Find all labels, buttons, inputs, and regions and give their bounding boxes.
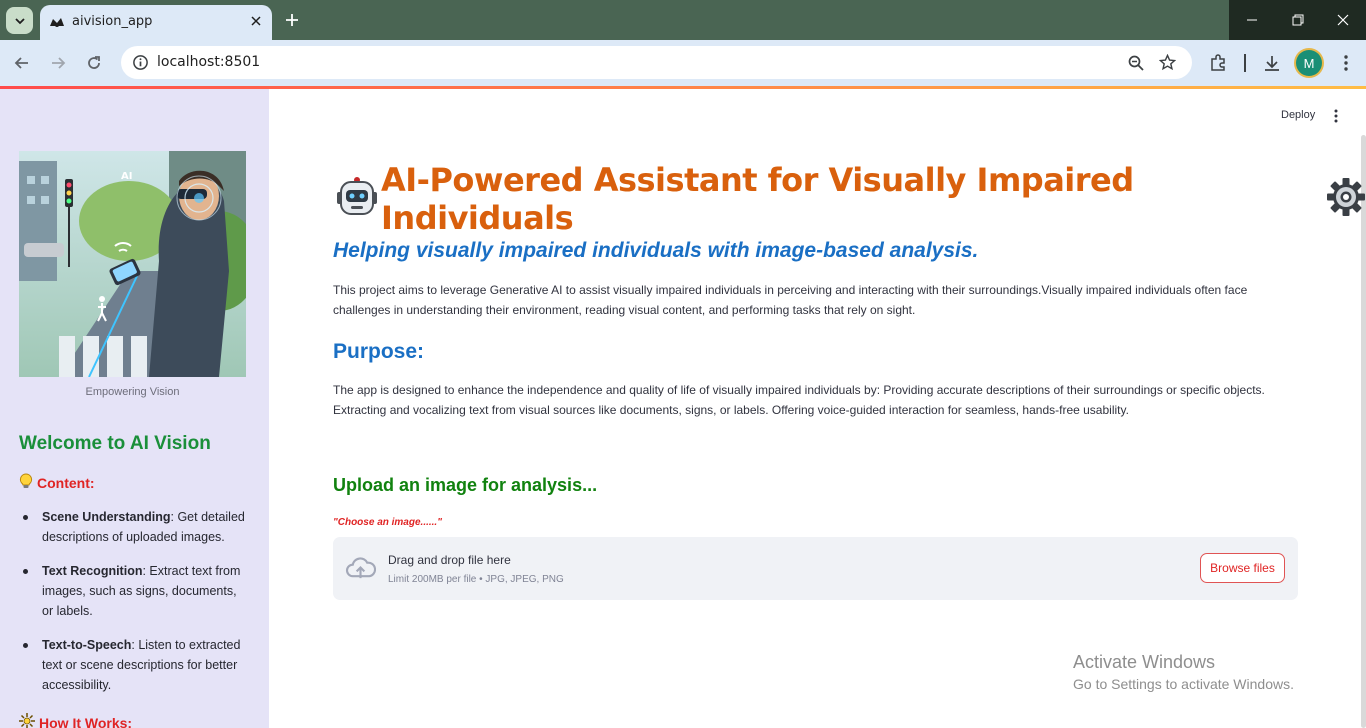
kebab-icon[interactable] [1335,52,1357,74]
star-icon[interactable] [1158,53,1177,72]
scrollbar[interactable] [1361,135,1366,728]
back-icon [14,57,28,69]
tab-list-button[interactable] [6,7,33,34]
purpose-heading: Purpose: [333,340,425,363]
content-heading: Content: [19,473,95,492]
info-icon[interactable] [132,54,149,71]
content-heading-label: Content: [37,474,95,491]
browser-tab[interactable]: aivision_app [40,5,272,40]
page-subtitle: Helping visually impaired individuals wi… [333,239,979,262]
toolbar-divider [1244,54,1246,72]
new-tab-button[interactable] [282,10,302,30]
profile-avatar[interactable]: M [1296,50,1322,76]
watermark-line-2: Go to Settings to activate Windows. [1073,676,1294,692]
lightbulb-icon [19,473,33,492]
dropzone-limit: Limit 200MB per file • JPG, JPEG, PNG [388,574,564,585]
list-item-title: Scene Understanding [42,510,171,524]
back-button[interactable] [9,50,35,76]
download-icon[interactable] [1261,52,1283,74]
sidebar: AI Empowering Vision Welcome to AI Visio… [0,89,269,728]
address-bar[interactable]: localhost:8501 [121,46,1192,79]
cloud-upload-icon [345,557,376,579]
restore-button[interactable] [1275,0,1320,40]
minimize-icon [1246,19,1257,21]
restore-icon [1292,14,1303,26]
extensions-icon[interactable] [1207,52,1229,74]
page-title: AI-Powered Assistant for Visually Impair… [336,161,1366,237]
sidebar-illustration: AI [19,151,246,377]
upload-label: "Choose an image......" [333,517,442,528]
feature-list: Scene Understanding: Get detailed descri… [19,507,249,709]
forward-icon [52,57,66,69]
sparkle-icon [19,713,35,728]
intro-paragraph: This project aims to leverage Generative… [333,283,1248,317]
tab-title: aivision_app [72,14,153,29]
windows-activation-watermark: Activate Windows Go to Settings to activ… [1073,652,1294,692]
list-item-title: Text Recognition [42,564,143,578]
browser-toolbar: localhost:8501 M [0,40,1366,86]
image-caption: Empowering Vision [85,386,180,398]
list-item: Text Recognition: Extract text from imag… [19,561,249,621]
reload-icon [88,56,100,69]
gear-icon [1326,177,1366,222]
window-controls [1229,0,1366,40]
chevron-down-icon [14,17,25,24]
dropzone-title: Drag and drop file here [388,553,511,567]
plus-icon [286,14,298,26]
close-icon [1337,14,1348,26]
upload-heading: Upload an image for analysis... [333,475,598,495]
list-item: Text-to-Speech: Listen to extracted text… [19,635,249,695]
file-dropzone[interactable]: Drag and drop file here Limit 200MB per … [333,537,1298,600]
browse-files-button[interactable]: Browse files [1200,553,1285,583]
streamlit-favicon [50,18,64,27]
page-title-text: AI-Powered Assistant for Visually Impair… [381,161,1134,237]
browser-tab-strip: aivision_app [0,0,1366,40]
forward-button[interactable] [45,50,71,76]
main-menu-kebab-icon[interactable] [1330,107,1342,125]
svg-text:AI: AI [121,171,132,182]
zoom-icon[interactable] [1126,53,1145,72]
how-it-works-heading: How It Works: [19,713,132,728]
list-item-title: Text-to-Speech [42,638,132,652]
sidebar-welcome-heading: Welcome to AI Vision [19,433,211,454]
url-text[interactable]: localhost:8501 [157,54,260,70]
robot-icon [336,176,378,223]
how-it-works-label: How It Works: [39,714,133,728]
list-item: Scene Understanding: Get detailed descri… [19,507,249,547]
minimize-button[interactable] [1229,0,1274,40]
tab-close-icon[interactable] [248,13,264,29]
deploy-button[interactable]: Deploy [1281,109,1315,121]
reload-button[interactable] [81,50,107,76]
purpose-paragraph: The app is designed to enhance the indep… [333,383,1265,417]
close-window-button[interactable] [1320,0,1365,40]
watermark-line-1: Activate Windows [1073,652,1216,672]
